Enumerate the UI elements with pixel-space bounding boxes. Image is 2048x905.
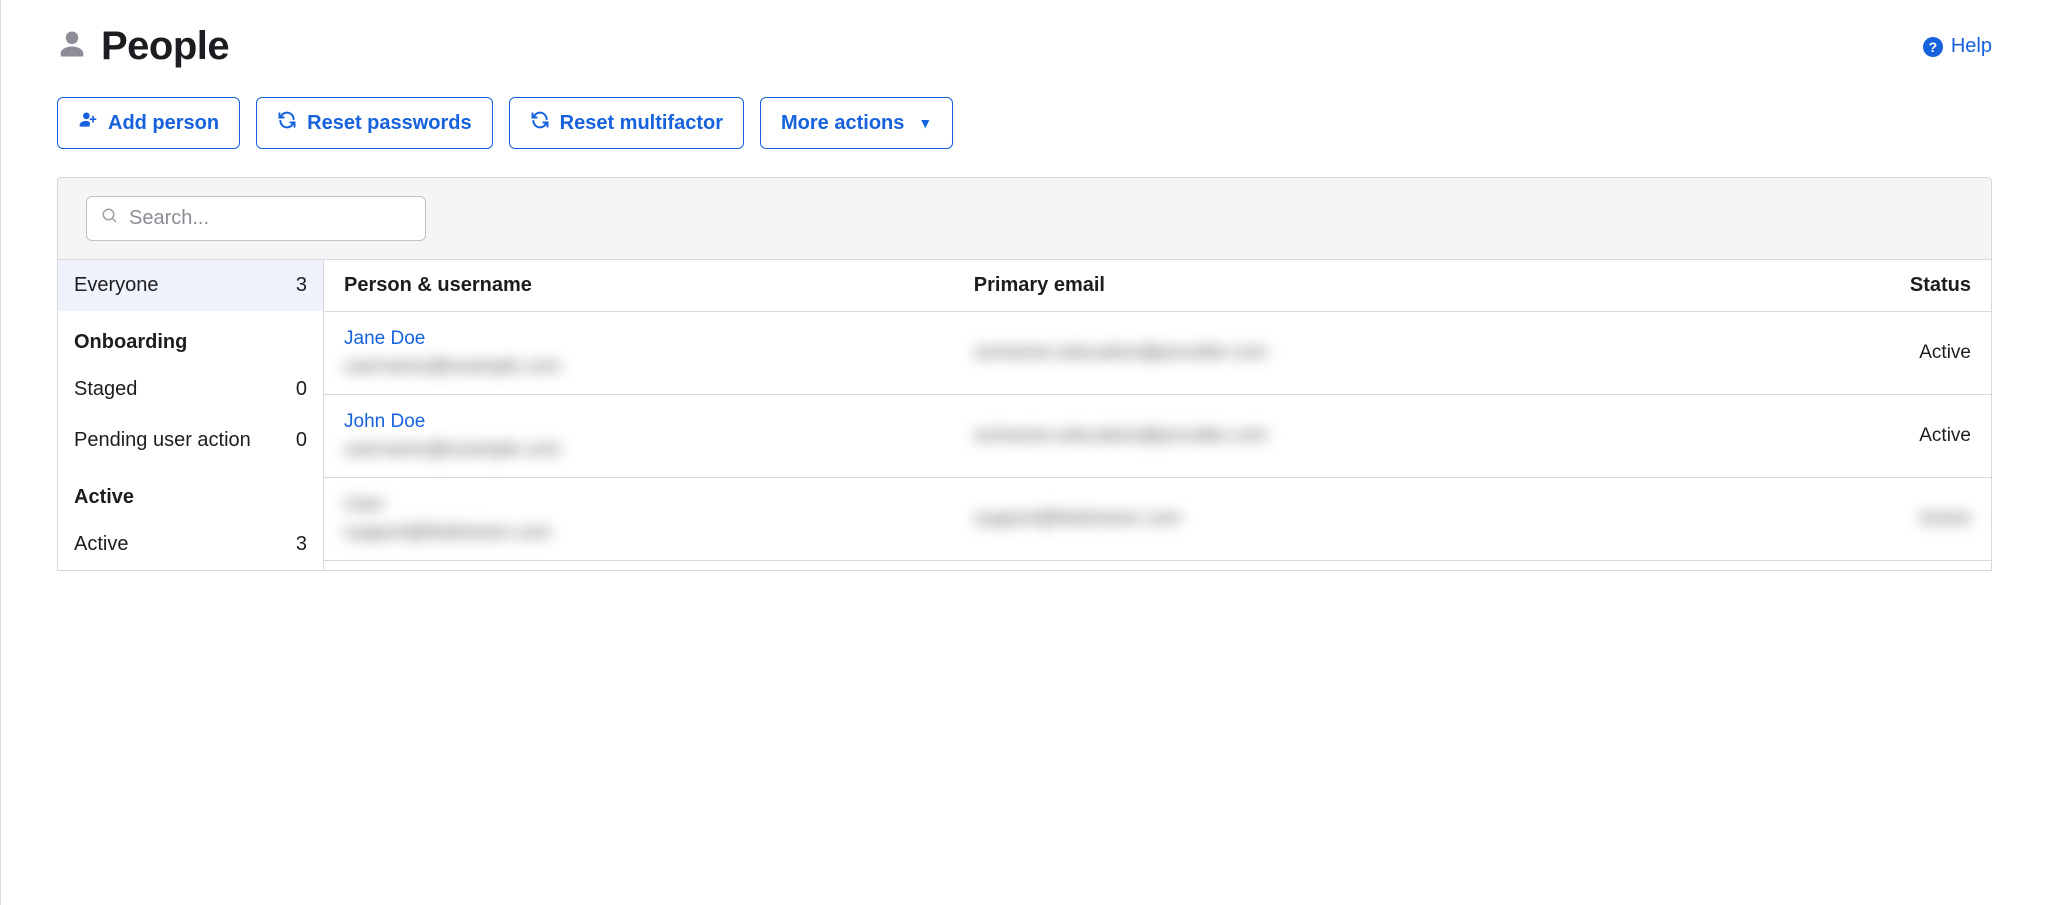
filter-heading-active: Active bbox=[58, 466, 323, 519]
filter-label: Active bbox=[74, 533, 128, 556]
help-label: Help bbox=[1951, 35, 1992, 58]
filter-count: 0 bbox=[296, 378, 307, 401]
chevron-down-icon: ▼ bbox=[918, 115, 932, 131]
person-status: Active bbox=[1709, 425, 1971, 447]
col-header-email: Primary email bbox=[974, 274, 1709, 297]
person-username-masked: username@example.com bbox=[344, 439, 974, 461]
reset-passwords-label: Reset passwords bbox=[307, 112, 472, 135]
refresh-icon bbox=[530, 110, 550, 136]
person-username-masked: username@example.com bbox=[344, 356, 974, 378]
people-table: Person & username Primary email Status J… bbox=[324, 260, 1991, 570]
add-person-icon bbox=[78, 110, 98, 136]
filter-staged[interactable]: Staged 0 bbox=[58, 364, 323, 415]
person-email-masked: someone.education@provider.com bbox=[974, 342, 1709, 364]
table-header: Person & username Primary email Status bbox=[324, 260, 1991, 312]
col-header-status: Status bbox=[1709, 274, 1971, 297]
filter-count: 0 bbox=[296, 429, 307, 452]
filter-count: 3 bbox=[296, 274, 307, 297]
reset-multifactor-button[interactable]: Reset multifactor bbox=[509, 97, 744, 149]
add-person-button[interactable]: Add person bbox=[57, 97, 240, 149]
person-username-masked: support@fieldvision.com bbox=[344, 522, 974, 544]
filter-label: Staged bbox=[74, 378, 137, 401]
filter-pending[interactable]: Pending user action 0 bbox=[58, 415, 323, 466]
page-title-wrap: People bbox=[57, 24, 229, 69]
help-link[interactable]: ? Help bbox=[1923, 35, 1992, 58]
refresh-icon bbox=[277, 110, 297, 136]
filter-count: 3 bbox=[296, 533, 307, 556]
help-icon: ? bbox=[1923, 37, 1943, 57]
table-row: Jane Doe username@example.com someone.ed… bbox=[324, 312, 1991, 395]
more-actions-label: More actions bbox=[781, 112, 904, 135]
filter-sidebar: Everyone 3 Onboarding Staged 0 Pending u… bbox=[58, 260, 324, 570]
search-input[interactable] bbox=[129, 207, 411, 230]
toolbar: Add person Reset passwords Reset multifa… bbox=[57, 97, 1992, 149]
filter-label: Pending user action bbox=[74, 429, 251, 452]
person-name-link[interactable]: Jane Doe bbox=[344, 328, 974, 350]
person-name-link[interactable]: John Doe bbox=[344, 411, 974, 433]
person-status: Active bbox=[1709, 342, 1971, 364]
person-email-masked: support@fieldvision.com bbox=[974, 508, 1709, 530]
more-actions-button[interactable]: More actions ▼ bbox=[760, 97, 953, 149]
people-icon bbox=[57, 29, 87, 64]
search-box[interactable] bbox=[86, 196, 426, 241]
filter-active[interactable]: Active 3 bbox=[58, 519, 323, 570]
people-panel: Everyone 3 Onboarding Staged 0 Pending u… bbox=[57, 177, 1992, 571]
reset-passwords-button[interactable]: Reset passwords bbox=[256, 97, 493, 149]
table-row: User support@fieldvision.com support@fie… bbox=[324, 478, 1991, 561]
person-status: Active bbox=[1709, 508, 1971, 530]
person-email-masked: someone.education@provider.com bbox=[974, 425, 1709, 447]
table-row: John Doe username@example.com someone.ed… bbox=[324, 395, 1991, 478]
col-header-person: Person & username bbox=[344, 274, 974, 297]
filter-heading-onboarding: Onboarding bbox=[58, 311, 323, 364]
page-title: People bbox=[101, 24, 229, 69]
person-name-link[interactable]: User bbox=[344, 494, 974, 516]
filter-label: Everyone bbox=[74, 274, 159, 297]
reset-multifactor-label: Reset multifactor bbox=[560, 112, 723, 135]
filter-everyone[interactable]: Everyone 3 bbox=[58, 260, 323, 311]
search-icon bbox=[101, 207, 119, 230]
add-person-label: Add person bbox=[108, 112, 219, 135]
